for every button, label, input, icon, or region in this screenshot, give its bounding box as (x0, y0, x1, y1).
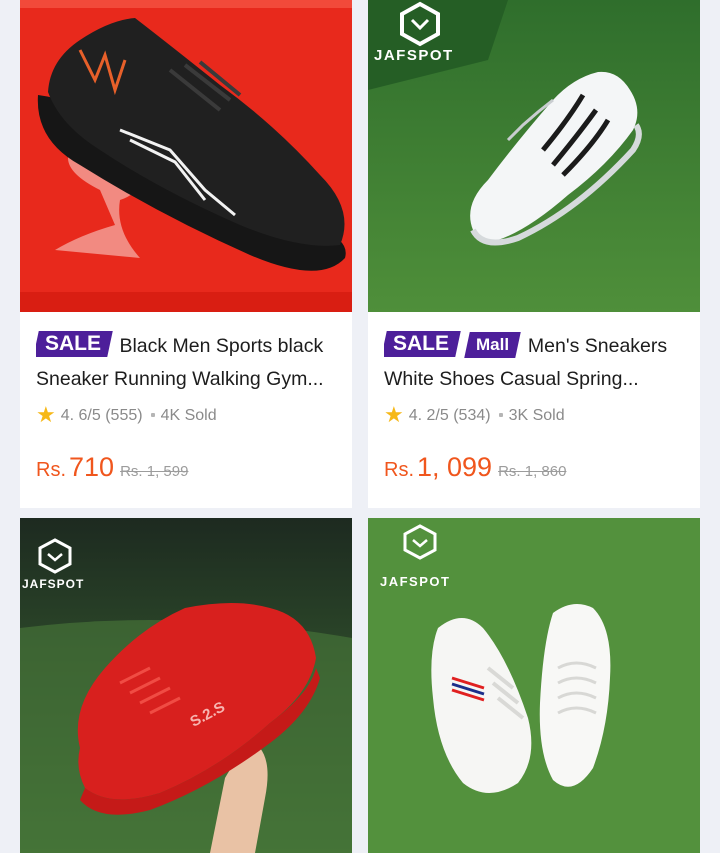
product-image[interactable]: JAFSPOT S.2.S (20, 518, 352, 853)
sold-count: 3K Sold (508, 407, 565, 424)
currency-label: Rs. (36, 459, 66, 481)
price-row: Rs. 1, 099 Rs. 1, 860 (384, 452, 566, 483)
mall-badge: Mall (464, 332, 522, 358)
product-card[interactable]: JAFSPOT S.2.S (20, 518, 352, 853)
current-price: 710 (69, 452, 115, 482)
product-card[interactable]: JAFSPOT SALE Mall Men's Sneakers White S… (368, 0, 700, 508)
product-title-line: Black Men Sports black (119, 335, 324, 357)
product-title[interactable]: SALE Mall Men's Sneakers White Shoes Cas… (384, 330, 689, 396)
brand-watermark: JAFSPOT (22, 577, 84, 591)
sold-count: 4K Sold (160, 407, 217, 424)
product-card[interactable]: SALE Black Men Sports black Sneaker Runn… (20, 0, 352, 508)
product-image[interactable]: JAFSPOT (368, 0, 700, 312)
rating-value: 4. 2/5 (534) (408, 407, 491, 424)
product-title-line: Sneaker Running Walking Gym... (36, 368, 324, 390)
sale-badge: SALE (384, 331, 461, 357)
product-image[interactable]: JAFSPOT (368, 518, 700, 853)
product-title[interactable]: SALE Black Men Sports black Sneaker Runn… (36, 330, 341, 396)
separator-dot (498, 413, 503, 417)
product-image[interactable] (20, 0, 352, 312)
separator-dot (150, 413, 155, 417)
brand-watermark: JAFSPOT (374, 47, 454, 64)
rating-value: 4. 6/5 (555) (60, 407, 143, 424)
original-price: Rs. 1, 860 (498, 463, 567, 480)
rating-row: ★ 4. 6/5 (555) 4K Sold (36, 402, 217, 428)
price-row: Rs. 710 Rs. 1, 599 (36, 452, 188, 483)
brand-watermark: JAFSPOT (380, 574, 450, 589)
currency-label: Rs. (384, 459, 414, 481)
rating-row: ★ 4. 2/5 (534) 3K Sold (384, 402, 565, 428)
product-title-line: White Shoes Casual Spring... (384, 368, 639, 390)
star-icon: ★ (384, 402, 404, 427)
product-card[interactable]: JAFSPOT (368, 518, 700, 853)
current-price: 1, 099 (417, 452, 493, 482)
star-icon: ★ (36, 402, 56, 427)
product-title-line: Men's Sneakers (527, 335, 668, 357)
sale-badge: SALE (36, 331, 113, 357)
original-price: Rs. 1, 599 (120, 463, 189, 480)
